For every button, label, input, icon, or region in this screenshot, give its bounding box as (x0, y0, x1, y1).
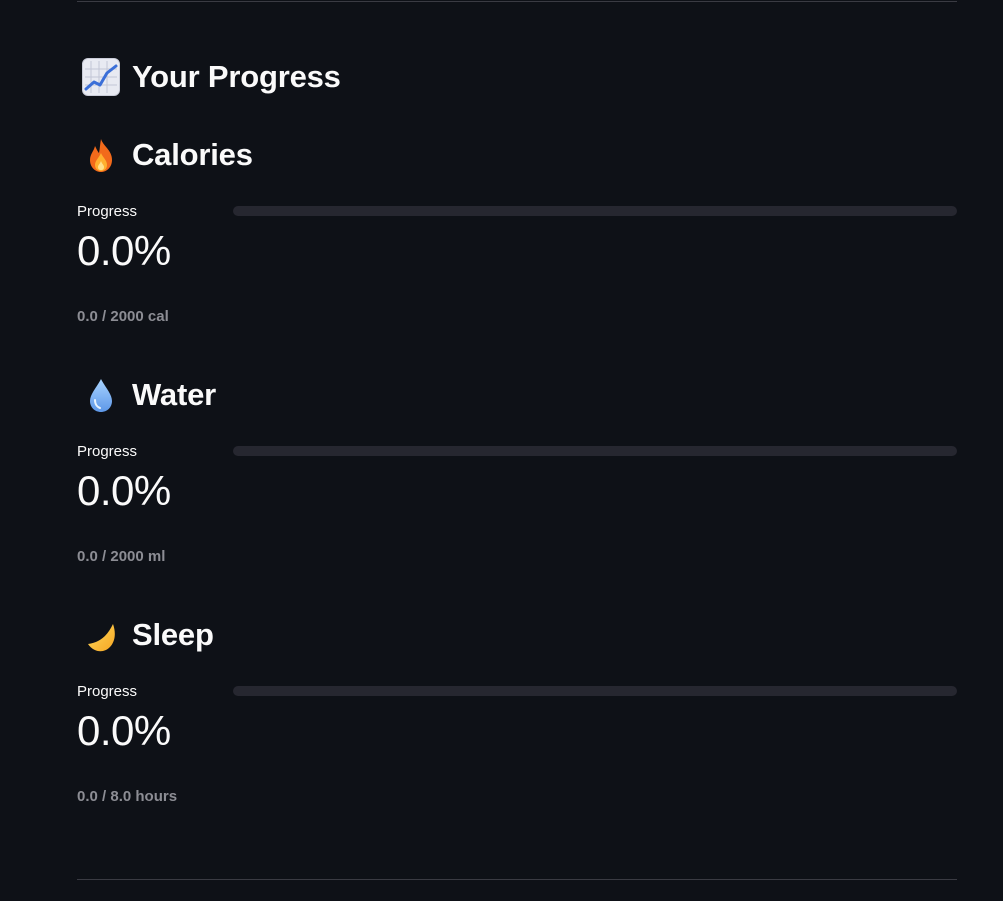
crescent-moon-icon (82, 616, 120, 654)
calories-progress-bar (233, 206, 957, 216)
sleep-percent-value: 0.0% (77, 707, 171, 754)
water-percent-value: 0.0% (77, 467, 171, 514)
calories-percent-value: 0.0% (77, 227, 171, 274)
progress-title: Your Progress (132, 59, 341, 94)
sleep-heading: Sleep (82, 616, 214, 654)
calories-title: Calories (132, 137, 253, 172)
chart-increasing-icon (82, 58, 120, 96)
water-progress-label: Progress (77, 443, 138, 460)
top-divider (77, 1, 957, 2)
calories-heading: Calories (82, 136, 253, 174)
bottom-divider (77, 879, 957, 880)
calories-progress-label: Progress (77, 203, 138, 220)
sleep-title: Sleep (132, 617, 214, 652)
progress-heading: Your Progress (82, 58, 341, 96)
sleep-progress-bar (233, 686, 957, 696)
sleep-caption: 0.0 / 8.0 hours (77, 788, 178, 805)
droplet-icon (82, 376, 120, 414)
water-caption: 0.0 / 2000 ml (77, 548, 166, 565)
water-title: Water (132, 377, 216, 412)
water-heading: Water (82, 376, 216, 414)
fire-icon (82, 136, 120, 174)
progress-page: Your Progress Calories Progress 0.0% 0.0… (0, 0, 1003, 901)
sleep-progress-label: Progress (77, 683, 138, 700)
calories-caption: 0.0 / 2000 cal (77, 308, 169, 325)
water-progress-bar (233, 446, 957, 456)
